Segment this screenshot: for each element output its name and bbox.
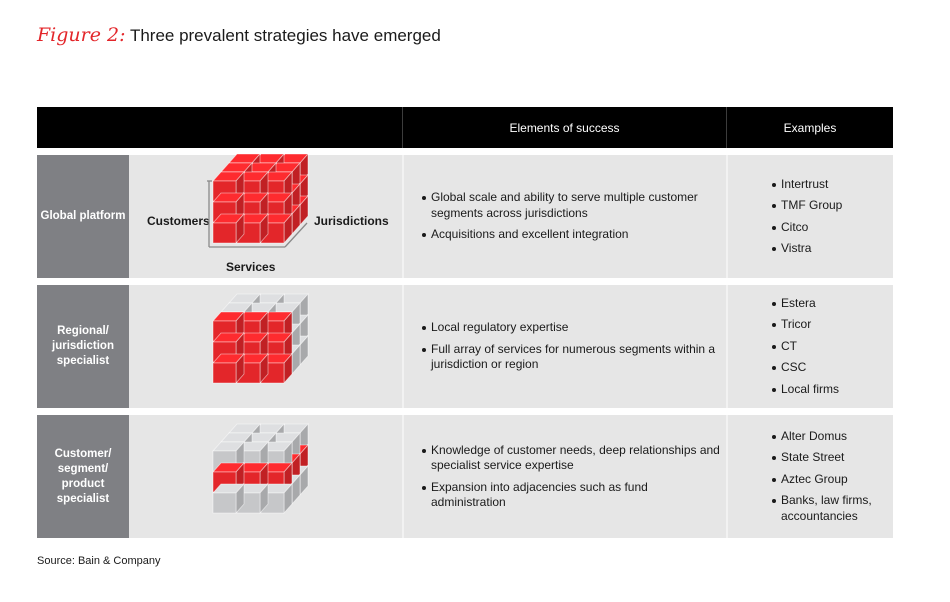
example-item: Intertrust: [772, 177, 892, 193]
table-header: Elements of success Examples: [37, 107, 893, 148]
strategy-label: Customer/ segment/ product specialist: [37, 415, 129, 538]
cube-front-face: [212, 362, 237, 384]
cube-diagram-area: [129, 285, 402, 408]
cube-diagram: [212, 292, 309, 385]
example-item: TMF Group: [772, 198, 892, 214]
examples-list: Intertrust TMF Group Citco Vistra: [772, 155, 892, 278]
examples-list: Alter Domus State Street Aztec Group Ban…: [772, 415, 892, 538]
example-item: Alter Domus: [772, 429, 892, 445]
example-item: Aztec Group: [772, 472, 892, 488]
table-row-regional-specialist: Regional/ jurisdiction specialist Local …: [37, 285, 893, 408]
table-row-customer-specialist: Customer/ segment/ product specialist Kn…: [37, 415, 893, 538]
element-item: Acquisitions and excellent integration: [422, 227, 722, 243]
column-divider: [402, 415, 404, 538]
example-item: Estera: [772, 296, 892, 312]
example-item: CSC: [772, 360, 892, 376]
element-item: Local regulatory expertise: [422, 320, 722, 336]
axis-label-customers: Customers: [147, 214, 210, 228]
axis-label-jurisdictions: Jurisdictions: [314, 214, 389, 228]
element-item: Global scale and ability to serve multip…: [422, 190, 722, 221]
example-item: State Street: [772, 450, 892, 466]
element-item: Full array of services for numerous segm…: [422, 342, 722, 373]
examples-list: Estera Tricor CT CSC Local firms: [772, 285, 892, 408]
cube-diagram-area: [129, 415, 402, 538]
example-item: Citco: [772, 220, 892, 236]
element-item: Knowledge of customer needs, deep relati…: [422, 443, 722, 474]
figure-title-text: Three prevalent strategies have emerged: [129, 26, 441, 45]
example-item: Tricor: [772, 317, 892, 333]
example-item: Banks, law firms, accountancies: [772, 493, 892, 524]
example-item: CT: [772, 339, 892, 355]
elements-of-success: Knowledge of customer needs, deep relati…: [422, 415, 722, 538]
strategy-label: Regional/ jurisdiction specialist: [37, 285, 129, 408]
example-item: Local firms: [772, 382, 892, 398]
header-elements-of-success: Elements of success: [509, 120, 620, 135]
column-divider: [402, 155, 404, 278]
cube-front-face: [212, 492, 237, 514]
axis-label-services: Services: [226, 260, 276, 274]
figure-label: Figure 2:: [37, 24, 126, 46]
header-strategy: [37, 107, 402, 148]
cube-diagram: [207, 152, 309, 248]
elements-of-success: Local regulatory expertise Full array of…: [422, 285, 722, 408]
figure-title: Figure 2: Three prevalent strategies hav…: [37, 24, 441, 46]
table-row-global-platform: Global platform Customers Jurisdictions …: [37, 152, 893, 278]
cube-diagram: [212, 422, 309, 515]
column-divider: [726, 155, 728, 278]
column-divider: [726, 285, 728, 408]
header-examples: Examples: [783, 120, 837, 135]
element-item: Expansion into adjacencies such as fund …: [422, 480, 722, 511]
column-divider: [402, 285, 404, 408]
strategy-label: Global platform: [37, 155, 129, 278]
column-divider: [726, 415, 728, 538]
cube-front-face: [212, 222, 237, 244]
example-item: Vistra: [772, 241, 892, 257]
cube-diagram-area: Customers Jurisdictions Services: [129, 152, 402, 278]
elements-of-success: Global scale and ability to serve multip…: [422, 155, 722, 278]
source-note: Source: Bain & Company: [37, 555, 161, 567]
